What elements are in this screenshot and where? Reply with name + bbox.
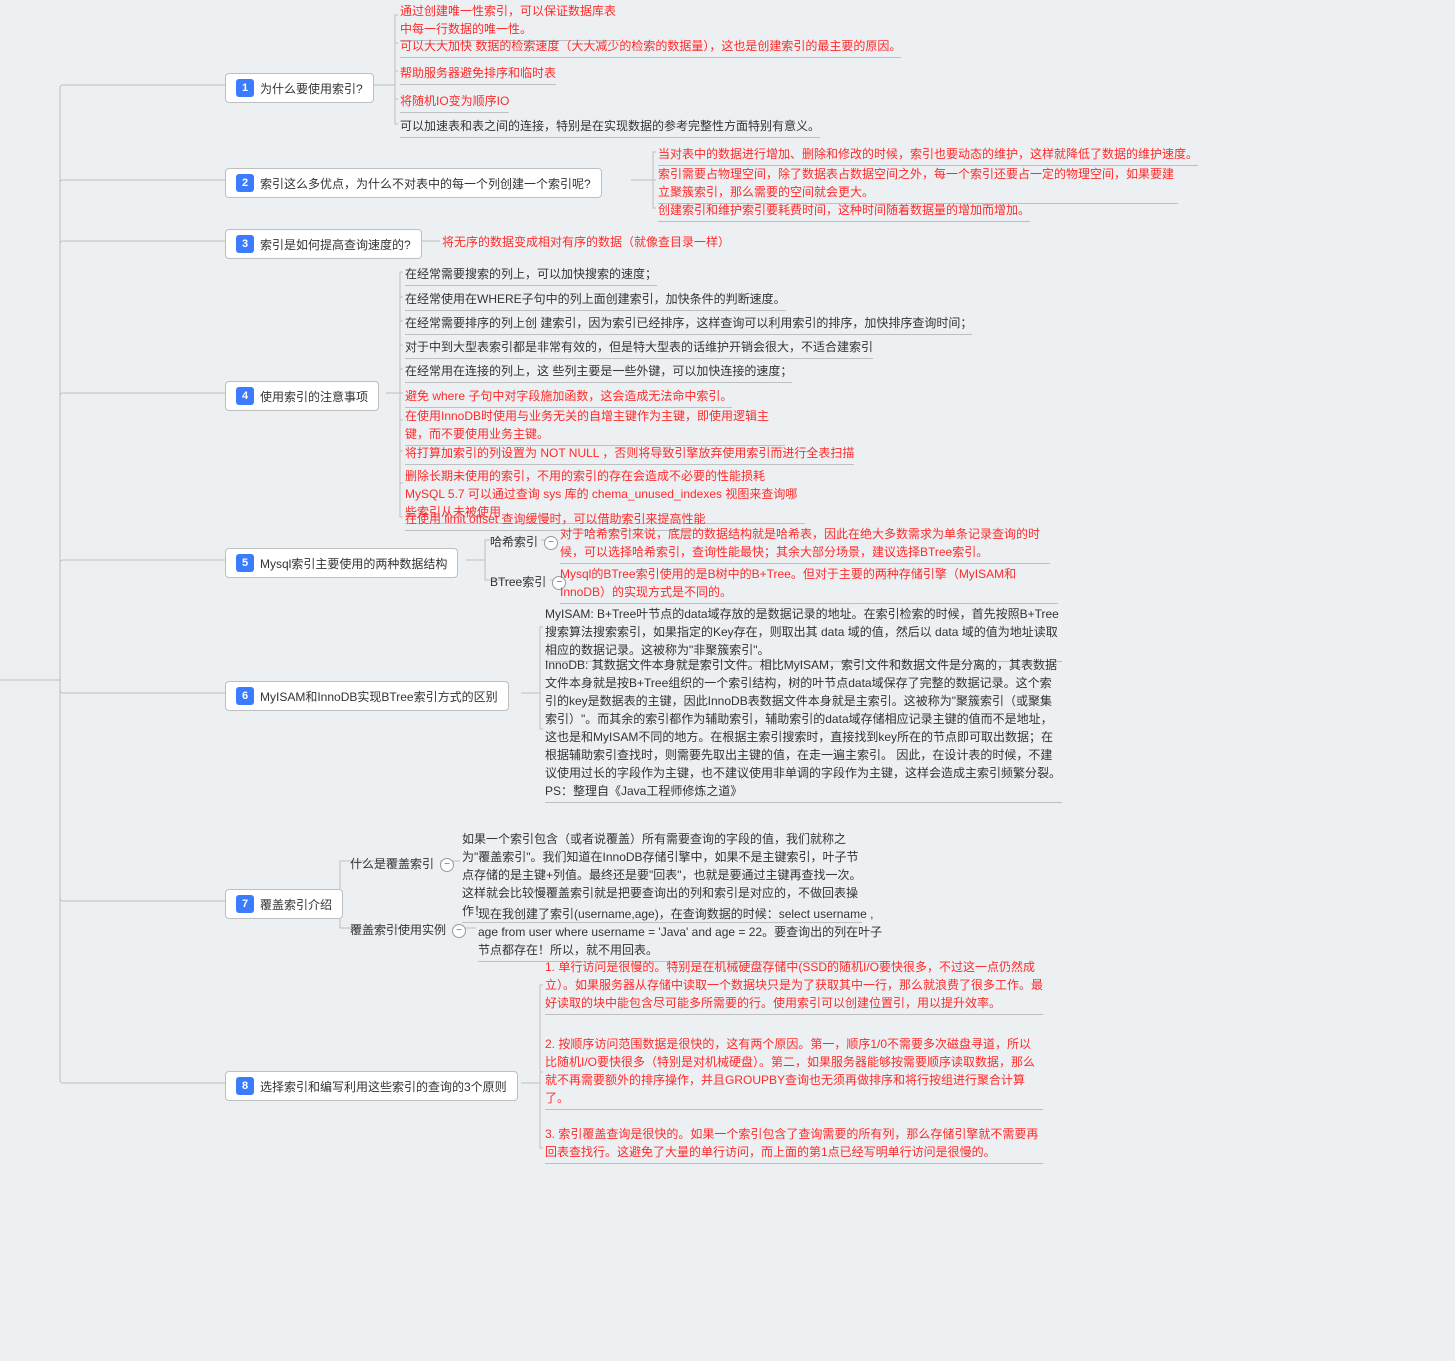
n2-leaf-space: 索引需要占物理空间，除了数据表占数据空间之外，每一个索引还要占一定的物理空间，如…	[658, 165, 1178, 204]
n7-what-label[interactable]: 什么是覆盖索引−	[350, 855, 454, 872]
n4-leaf-2: 在经常需要排序的列上创 建索引，因为索引已经排序，这样查询可以利用索引的排序，加…	[405, 314, 972, 335]
badge-2: 2	[236, 174, 254, 192]
n1-leaf-io: 将随机IO变为顺序IO	[400, 92, 509, 113]
badge-7: 7	[236, 895, 254, 913]
n1-leaf-unique: 通过创建唯一性索引，可以保证数据库表中每一行数据的唯一性。	[400, 2, 620, 41]
n2-leaf-maintain: 当对表中的数据进行增加、删除和修改的时候，索引也要动态的维护，这样就降低了数据的…	[658, 145, 1198, 166]
label-text: BTree索引	[490, 575, 546, 589]
badge-8: 8	[236, 1077, 254, 1095]
n6-innodb-leaf: InnoDB: 其数据文件本身就是索引文件。相比MyISAM，索引文件和数据文件…	[545, 656, 1062, 803]
node-myisam-innodb[interactable]: 6 MyISAM和InnoDB实现BTree索引方式的区别	[225, 681, 509, 711]
collapse-icon[interactable]: −	[452, 924, 466, 938]
node-label: MyISAM和InnoDB实现BTree索引方式的区别	[260, 688, 498, 705]
label-text: 覆盖索引使用实例	[350, 923, 446, 937]
node-why-use-index[interactable]: 1 为什么要使用索引?	[225, 73, 374, 103]
n4-leaf-6: 在使用InnoDB时使用与业务无关的自增主键作为主键，即使用逻辑主键，而不要使用…	[405, 407, 785, 446]
n7-example-leaf: 现在我创建了索引(username,age)，在查询数据的时候：select u…	[478, 905, 888, 962]
n5-btree-label[interactable]: BTree索引−	[490, 573, 566, 590]
n1-leaf-sort: 帮助服务器避免排序和临时表	[400, 64, 556, 85]
n2-leaf-time: 创建索引和维护索引要耗费时间，这种时间随着数据量的增加而增加。	[658, 201, 1030, 222]
n5-hash-label[interactable]: 哈希索引−	[490, 533, 558, 550]
n5-btree-leaf: Mysql的BTree索引使用的是B树中的B+Tree。但对于主要的两种存储引擎…	[560, 565, 1058, 604]
n4-leaf-3: 对于中到大型表索引都是非常有效的，但是特大型表的话维护开销会很大，不适合建索引	[405, 338, 873, 359]
collapse-icon[interactable]: −	[440, 858, 454, 872]
badge-1: 1	[236, 79, 254, 97]
node-label: 使用索引的注意事项	[260, 388, 368, 405]
label-text: 什么是覆盖索引	[350, 857, 434, 871]
node-label: 为什么要使用索引?	[260, 80, 363, 97]
n4-leaf-5: 避免 where 子句中对字段施加函数，这会造成无法命中索引。	[405, 387, 732, 408]
badge-4: 4	[236, 387, 254, 405]
n4-leaf-1: 在经常使用在WHERE子句中的列上面创建索引，加快条件的判断速度。	[405, 290, 786, 311]
n8-leaf-2: 3. 索引覆盖查询是很快的。如果一个索引包含了查询需要的所有列，那么存储引擎就不…	[545, 1125, 1043, 1164]
n3-leaf: 将无序的数据变成相对有序的数据（就像查目录一样）	[442, 233, 730, 251]
node-two-structures[interactable]: 5 Mysql索引主要使用的两种数据结构	[225, 548, 458, 578]
badge-3: 3	[236, 235, 254, 253]
node-label: 索引这么多优点，为什么不对表中的每一个列创建一个索引呢?	[260, 175, 591, 192]
n1-leaf-speed: 可以大大加快 数据的检索速度（大大减少的检索的数据量），这也是创建索引的最主要的…	[400, 37, 901, 58]
node-three-principles[interactable]: 8 选择索引和编写利用这些索引的查询的3个原则	[225, 1071, 518, 1101]
n4-leaf-7: 将打算加索引的列设置为 NOT NULL ，否则将导致引擎放弃使用索引而进行全表…	[405, 444, 854, 465]
n8-leaf-1: 2. 按顺序访问范围数据是很快的，这有两个原因。第一，顺序1/0不需要多次磁盘寻…	[545, 1035, 1043, 1110]
n8-leaf-0: 1. 单行访问是很慢的。特别是在机械硬盘存储中(SSD的随机I/O要快很多，不过…	[545, 958, 1043, 1015]
node-label: 选择索引和编写利用这些索引的查询的3个原则	[260, 1078, 507, 1095]
label-text: 哈希索引	[490, 535, 538, 549]
node-label: 覆盖索引介绍	[260, 896, 332, 913]
n6-myisam-leaf: MyISAM: B+Tree叶节点的data域存放的是数据记录的地址。在索引检索…	[545, 605, 1062, 662]
node-label: 索引是如何提高查询速度的?	[260, 236, 411, 253]
node-covering-index[interactable]: 7 覆盖索引介绍	[225, 889, 343, 919]
collapse-icon[interactable]: −	[544, 536, 558, 550]
node-attention[interactable]: 4 使用索引的注意事项	[225, 381, 379, 411]
n4-leaf-4: 在经常用在连接的列上，这 些列主要是一些外键，可以加快连接的速度；	[405, 362, 792, 383]
n4-leaf-0: 在经常需要搜索的列上，可以加快搜索的速度；	[405, 265, 657, 286]
node-why-not-every-col[interactable]: 2 索引这么多优点，为什么不对表中的每一个列创建一个索引呢?	[225, 168, 602, 198]
badge-5: 5	[236, 554, 254, 572]
n7-example-label[interactable]: 覆盖索引使用实例−	[350, 921, 466, 938]
n5-hash-leaf: 对于哈希索引来说，底层的数据结构就是哈希表，因此在绝大多数需求为单条记录查询的时…	[560, 525, 1050, 564]
n1-leaf-join: 可以加速表和表之间的连接，特别是在实现数据的参考完整性方面特别有意义。	[400, 117, 820, 138]
badge-6: 6	[236, 687, 254, 705]
node-label: Mysql索引主要使用的两种数据结构	[260, 555, 447, 572]
node-how-speedup[interactable]: 3 索引是如何提高查询速度的?	[225, 229, 422, 259]
